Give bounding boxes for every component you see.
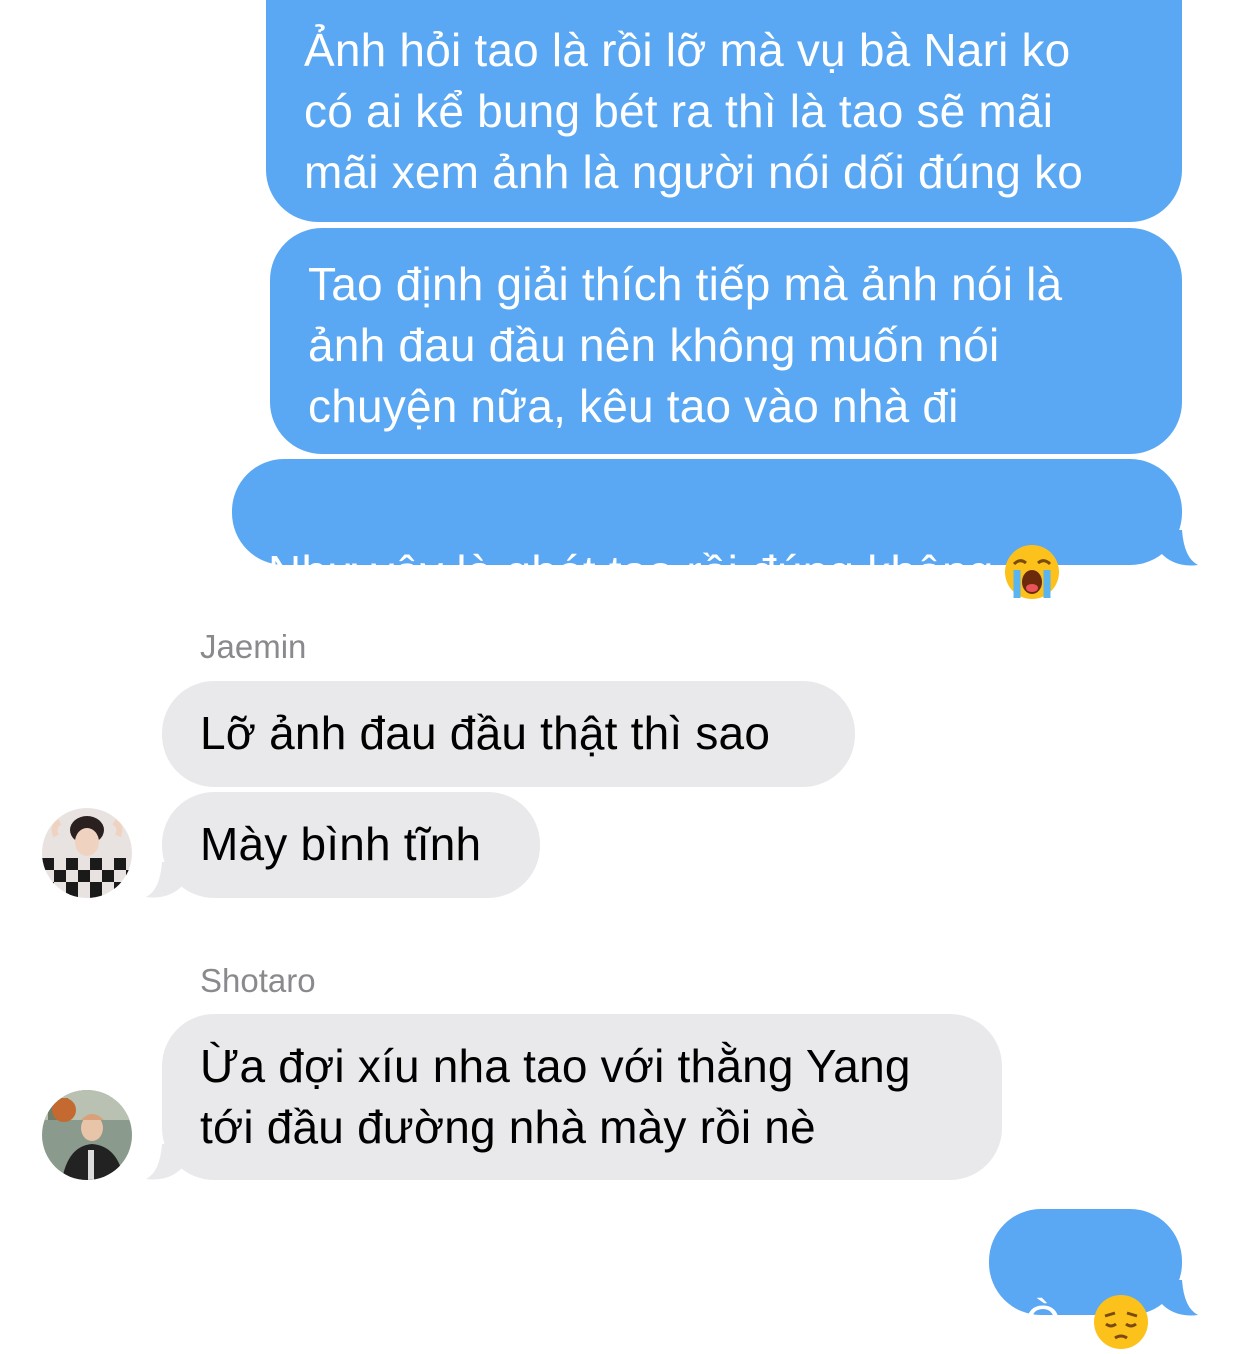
shotaro-avatar[interactable] (42, 1090, 132, 1180)
message-bubble-sent[interactable]: Tao định giải thích tiếp mà ảnh nói là ả… (270, 228, 1182, 454)
message-bubble-sent[interactable]: Ảnh hỏi tao là rồi lỡ mà vụ bà Nari ko c… (266, 0, 1182, 222)
sender-name: Shotaro (200, 962, 316, 999)
message-bubble-received[interactable]: Mày bình tĩnh (162, 792, 540, 898)
pensive-face-emoji (1093, 1294, 1148, 1349)
sender-name: Jaemin (200, 628, 307, 665)
message-text: Ò (1025, 1296, 1061, 1348)
bubble-tail (1160, 530, 1198, 566)
bubble-tail (146, 862, 184, 898)
message-bubble-sent[interactable]: Ò (989, 1209, 1182, 1349)
loudly-crying-face-emoji (1004, 544, 1059, 599)
message-text: Như vậy là ghét tao rồi đúng không (268, 546, 994, 598)
message-bubble-received[interactable]: Lỡ ảnh đau đầu thật thì sao (162, 681, 855, 787)
bubble-tail (1160, 1280, 1198, 1316)
message-bubble-received[interactable]: Ừa đợi xíu nha tao với thằng Yang tới đầ… (162, 1014, 1002, 1180)
bubble-tail (146, 1144, 184, 1180)
message-bubble-sent[interactable]: Như vậy là ghét tao rồi đúng không (232, 459, 1182, 599)
jaemin-avatar[interactable] (42, 808, 132, 898)
